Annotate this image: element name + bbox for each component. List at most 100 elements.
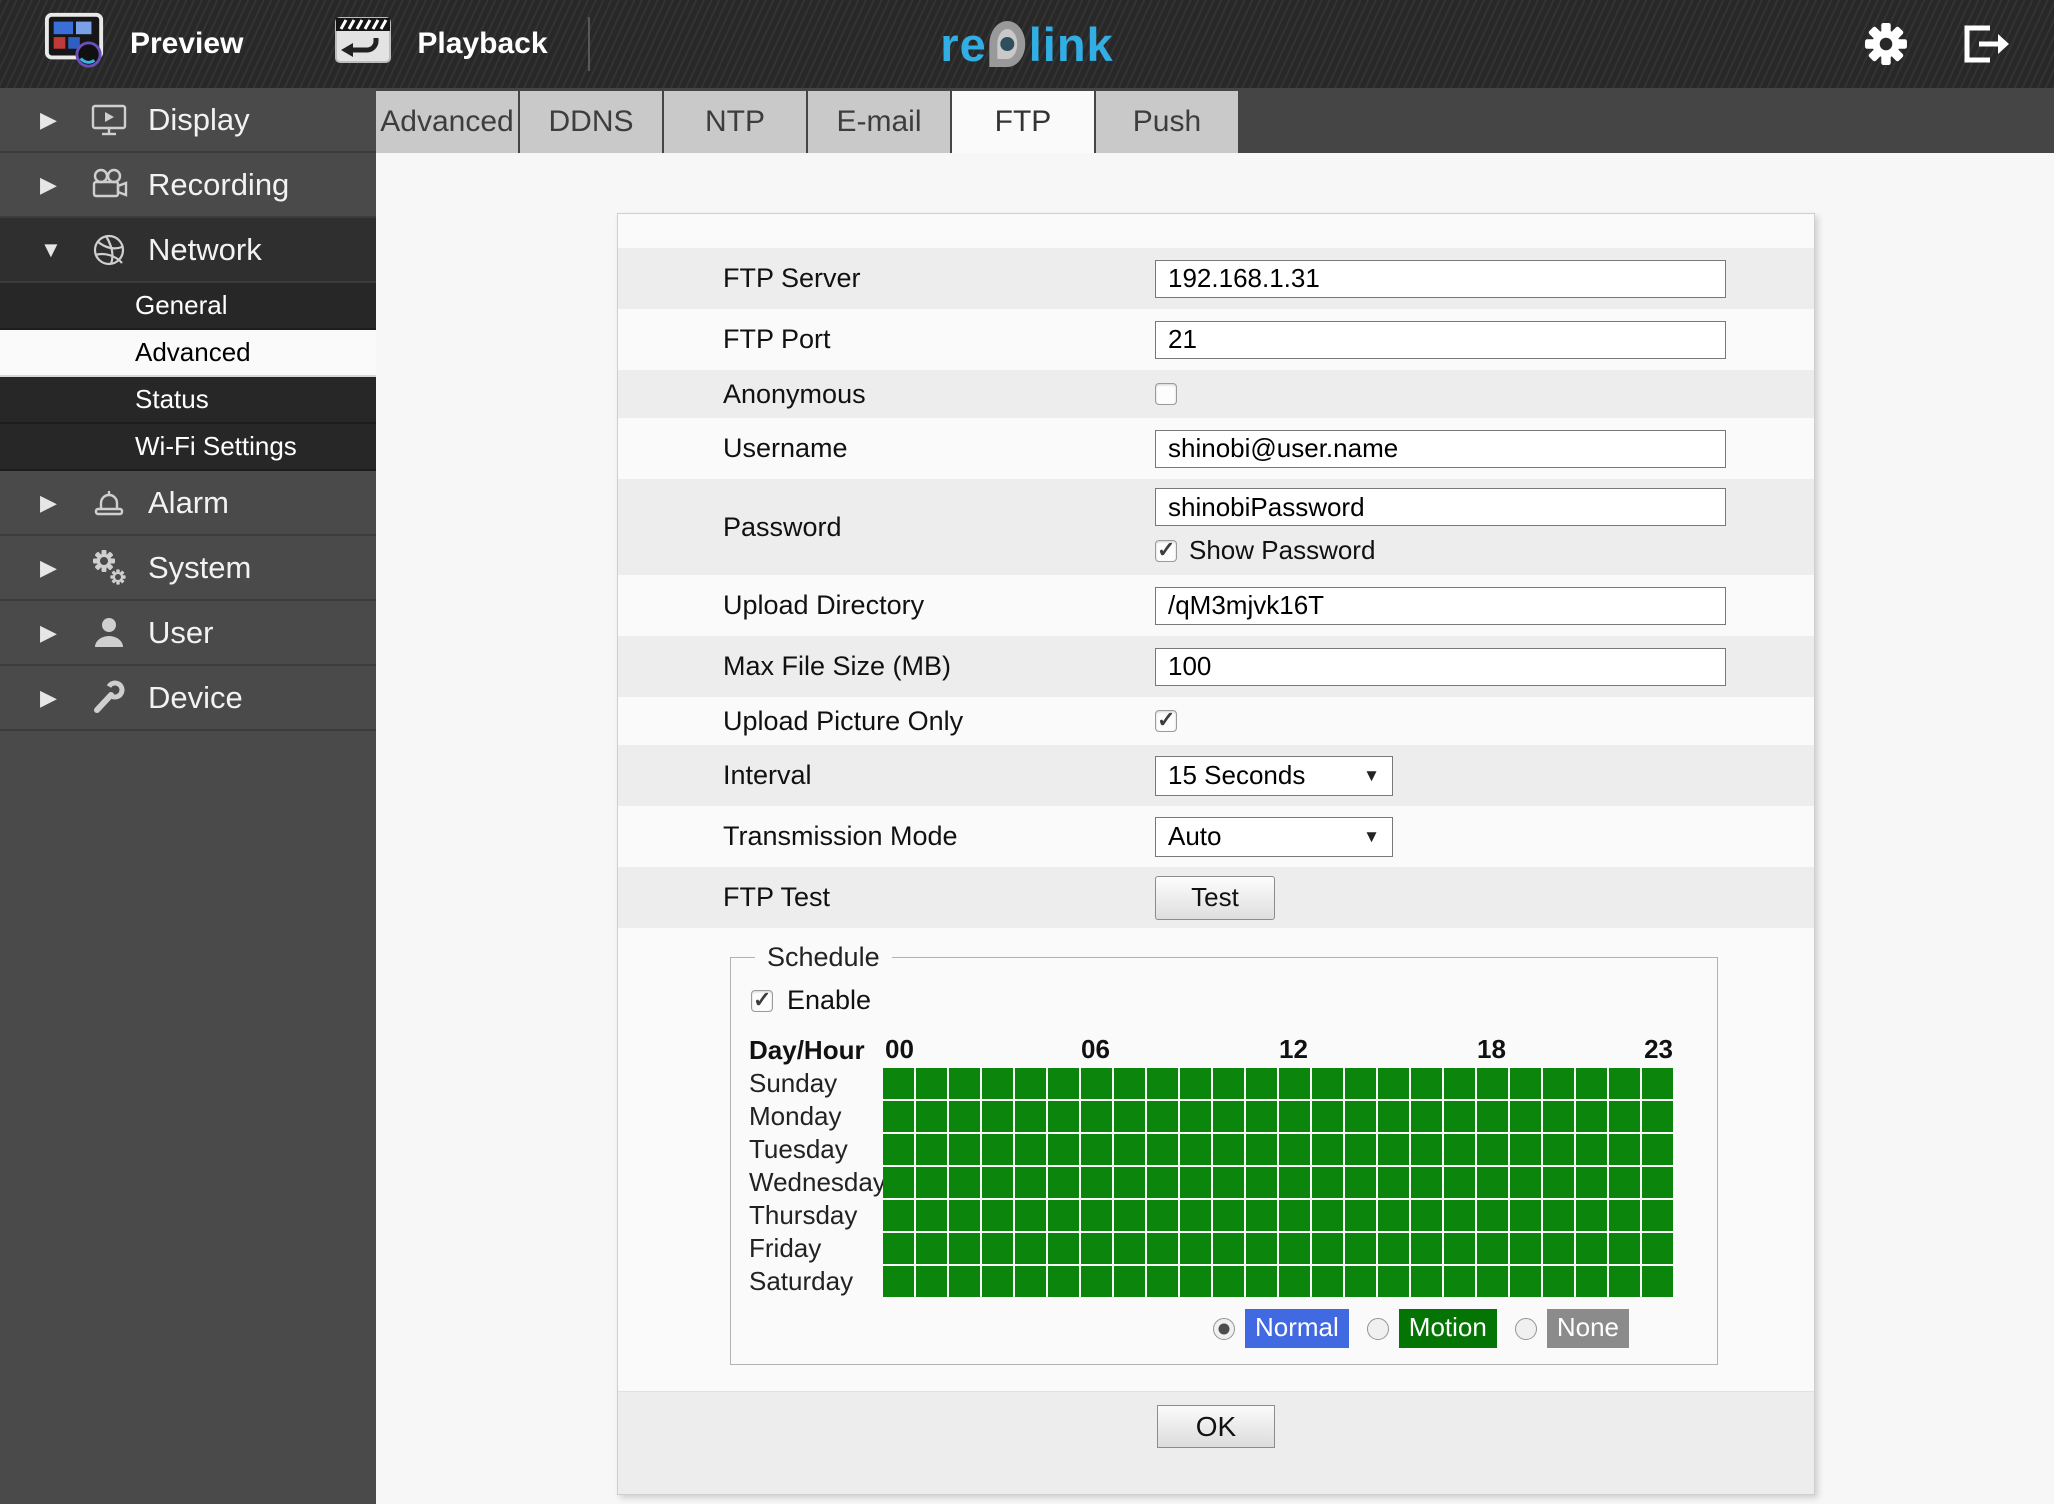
schedule-cell[interactable] xyxy=(1246,1266,1277,1297)
schedule-cell[interactable] xyxy=(1180,1101,1211,1132)
schedule-cell[interactable] xyxy=(1642,1233,1673,1264)
schedule-cell[interactable] xyxy=(1543,1101,1574,1132)
schedule-cell[interactable] xyxy=(1543,1134,1574,1165)
schedule-cell[interactable] xyxy=(1510,1134,1541,1165)
tab-ddns[interactable]: DDNS xyxy=(520,91,662,153)
schedule-cell[interactable] xyxy=(883,1200,914,1231)
schedule-cell[interactable] xyxy=(1444,1233,1475,1264)
schedule-cell[interactable] xyxy=(1378,1134,1409,1165)
schedule-cell[interactable] xyxy=(1378,1101,1409,1132)
schedule-cell[interactable] xyxy=(1609,1200,1640,1231)
normal-mode-label[interactable]: Normal xyxy=(1245,1309,1349,1348)
schedule-cell[interactable] xyxy=(1543,1068,1574,1099)
show-password-checkbox[interactable] xyxy=(1155,537,1177,563)
schedule-cell[interactable] xyxy=(1246,1068,1277,1099)
schedule-cell[interactable] xyxy=(1114,1068,1145,1099)
schedule-cell[interactable] xyxy=(949,1134,980,1165)
schedule-cell[interactable] xyxy=(1411,1200,1442,1231)
schedule-cell[interactable] xyxy=(1576,1101,1607,1132)
schedule-cell[interactable] xyxy=(1576,1068,1607,1099)
schedule-cell[interactable] xyxy=(1048,1233,1079,1264)
schedule-cell[interactable] xyxy=(949,1068,980,1099)
schedule-cell[interactable] xyxy=(949,1167,980,1198)
schedule-cell[interactable] xyxy=(1081,1266,1112,1297)
schedule-cell[interactable] xyxy=(883,1101,914,1132)
schedule-cell[interactable] xyxy=(1477,1266,1508,1297)
schedule-cell[interactable] xyxy=(1576,1134,1607,1165)
schedule-cell[interactable] xyxy=(1444,1200,1475,1231)
schedule-cell[interactable] xyxy=(982,1101,1013,1132)
schedule-cell[interactable] xyxy=(1048,1134,1079,1165)
sidebar-item-general[interactable]: General xyxy=(0,283,376,330)
schedule-cell[interactable] xyxy=(1642,1200,1673,1231)
schedule-cell[interactable] xyxy=(1147,1200,1178,1231)
schedule-cell[interactable] xyxy=(982,1134,1013,1165)
schedule-cell[interactable] xyxy=(1279,1167,1310,1198)
schedule-cell[interactable] xyxy=(1510,1101,1541,1132)
schedule-cell[interactable] xyxy=(1015,1101,1046,1132)
schedule-cell[interactable] xyxy=(916,1068,947,1099)
schedule-cell[interactable] xyxy=(1147,1134,1178,1165)
schedule-cell[interactable] xyxy=(1180,1200,1211,1231)
schedule-cell[interactable] xyxy=(1180,1068,1211,1099)
schedule-cell[interactable] xyxy=(1048,1200,1079,1231)
schedule-cell[interactable] xyxy=(1180,1233,1211,1264)
schedule-cell[interactable] xyxy=(1345,1134,1376,1165)
schedule-cell[interactable] xyxy=(883,1134,914,1165)
schedule-cell[interactable] xyxy=(1576,1167,1607,1198)
tab-push[interactable]: Push xyxy=(1096,91,1238,153)
schedule-cell[interactable] xyxy=(916,1233,947,1264)
upload-directory-input[interactable] xyxy=(1155,586,1726,625)
schedule-cell[interactable] xyxy=(1510,1167,1541,1198)
none-mode-label[interactable]: None xyxy=(1546,1309,1629,1348)
schedule-cell[interactable] xyxy=(982,1068,1013,1099)
schedule-cell[interactable] xyxy=(1180,1134,1211,1165)
schedule-cell[interactable] xyxy=(1576,1233,1607,1264)
schedule-cell[interactable] xyxy=(1114,1200,1145,1231)
tab-ntp[interactable]: NTP xyxy=(664,91,806,153)
schedule-cell[interactable] xyxy=(1345,1266,1376,1297)
schedule-cell[interactable] xyxy=(1114,1233,1145,1264)
schedule-cell[interactable] xyxy=(1345,1167,1376,1198)
none-radio[interactable] xyxy=(1514,1317,1537,1340)
schedule-cell[interactable] xyxy=(1543,1233,1574,1264)
max-file-size-input[interactable] xyxy=(1155,647,1726,686)
schedule-cell[interactable] xyxy=(1312,1068,1343,1099)
schedule-cell[interactable] xyxy=(982,1167,1013,1198)
tab-advanced[interactable]: Advanced xyxy=(376,91,518,153)
schedule-cell[interactable] xyxy=(1114,1134,1145,1165)
sidebar-item-display[interactable]: ▶ Display xyxy=(0,88,376,153)
schedule-cell[interactable] xyxy=(1609,1233,1640,1264)
username-input[interactable] xyxy=(1155,429,1726,468)
schedule-cell[interactable] xyxy=(1345,1200,1376,1231)
schedule-cell[interactable] xyxy=(982,1233,1013,1264)
tab-ftp[interactable]: FTP xyxy=(952,91,1094,153)
schedule-cell[interactable] xyxy=(1279,1266,1310,1297)
schedule-cell[interactable] xyxy=(1510,1068,1541,1099)
schedule-cell[interactable] xyxy=(1312,1233,1343,1264)
schedule-cell[interactable] xyxy=(1609,1101,1640,1132)
schedule-cell[interactable] xyxy=(1642,1101,1673,1132)
ftp-port-input[interactable] xyxy=(1155,320,1726,359)
sidebar-item-user[interactable]: ▶ User xyxy=(0,601,376,666)
schedule-cell[interactable] xyxy=(1609,1068,1640,1099)
schedule-cell[interactable] xyxy=(1213,1200,1244,1231)
schedule-cell[interactable] xyxy=(1378,1200,1409,1231)
schedule-cell[interactable] xyxy=(982,1266,1013,1297)
schedule-cell[interactable] xyxy=(1411,1266,1442,1297)
schedule-cell[interactable] xyxy=(916,1101,947,1132)
logout-icon[interactable] xyxy=(1960,23,2010,65)
schedule-cell[interactable] xyxy=(1081,1101,1112,1132)
sidebar-item-status[interactable]: Status xyxy=(0,377,376,424)
schedule-cell[interactable] xyxy=(1312,1101,1343,1132)
schedule-cell[interactable] xyxy=(1477,1068,1508,1099)
sidebar-item-network[interactable]: ▼ Network xyxy=(0,218,376,283)
schedule-cell[interactable] xyxy=(1477,1134,1508,1165)
ftp-server-input[interactable] xyxy=(1155,259,1726,298)
schedule-cell[interactable] xyxy=(1015,1134,1046,1165)
schedule-cell[interactable] xyxy=(1048,1101,1079,1132)
schedule-cell[interactable] xyxy=(883,1233,914,1264)
schedule-cell[interactable] xyxy=(1411,1068,1442,1099)
nav-preview[interactable]: Preview xyxy=(44,11,243,77)
schedule-cell[interactable] xyxy=(1015,1167,1046,1198)
